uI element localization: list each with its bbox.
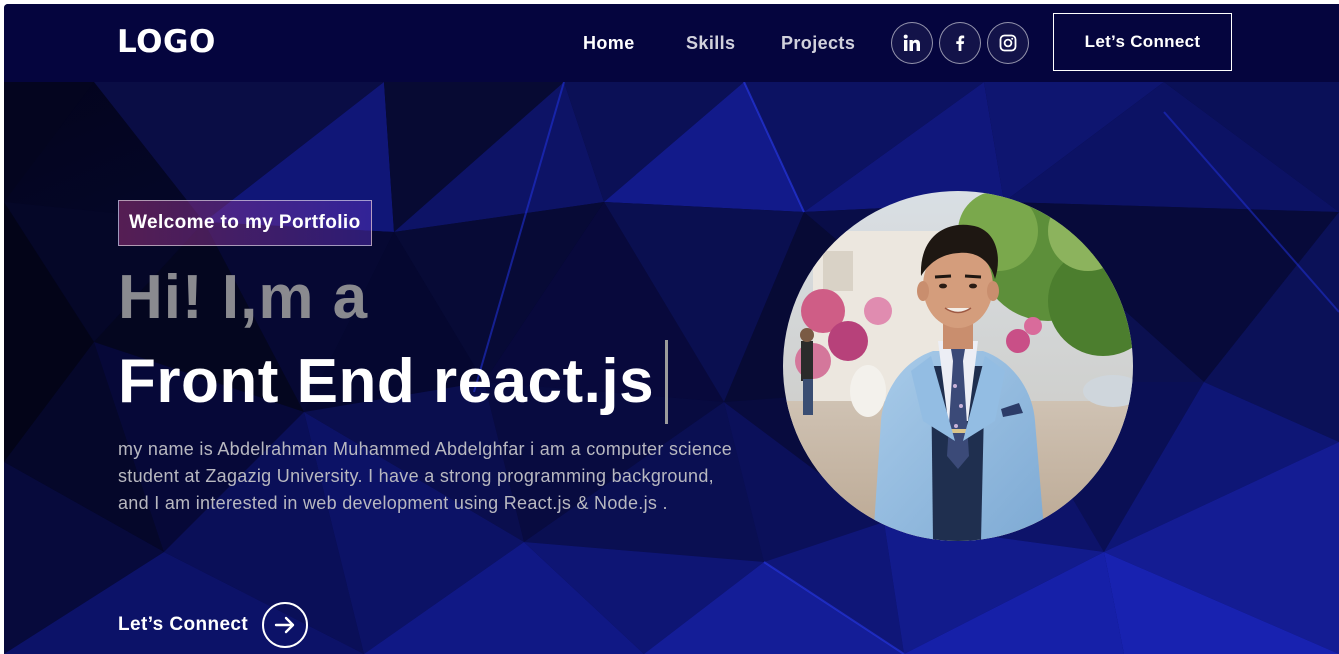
profile-photo [783, 191, 1133, 541]
nav-link-skills[interactable]: Skills [686, 33, 735, 54]
typing-cursor [665, 340, 668, 424]
nav-link-projects[interactable]: Projects [781, 33, 855, 54]
tagline-badge: Welcome to my Portfolio [118, 200, 372, 246]
lets-connect-link[interactable]: Let’s Connect [118, 602, 309, 648]
logo[interactable]: LOGO [117, 24, 216, 60]
hero-greeting: Hi! I,m a [118, 263, 369, 332]
arrow-right-circle-icon [262, 602, 309, 648]
instagram-link[interactable] [987, 22, 1029, 64]
facebook-link[interactable] [939, 22, 981, 64]
facebook-icon [956, 35, 965, 51]
nav-link-home[interactable]: Home [583, 33, 635, 54]
linkedin-link[interactable] [891, 22, 933, 64]
page-frame: LOGO Home Skills Projects Let’s Connect [4, 4, 1339, 654]
hero-bio: my name is Abdelrahman Muhammed Abdelghf… [118, 439, 733, 513]
instagram-icon [999, 34, 1017, 52]
navbar: LOGO Home Skills Projects Let’s Connect [4, 4, 1339, 82]
lets-connect-label: Let’s Connect [118, 614, 249, 635]
linkedin-icon [903, 34, 920, 51]
hero-role: Front End react.js [118, 347, 655, 416]
connect-button[interactable]: Let’s Connect [1053, 13, 1232, 71]
